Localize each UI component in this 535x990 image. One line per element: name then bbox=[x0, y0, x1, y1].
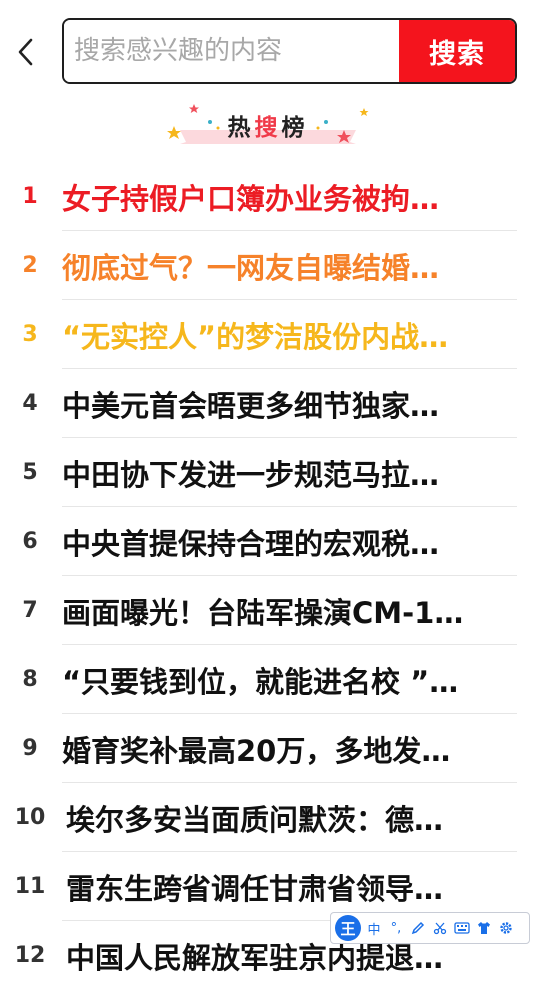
hot-item-title: 中央首提保持合理的宏观税… bbox=[62, 526, 440, 561]
hot-item-title: 婚育奖补最高20万，多地发… bbox=[62, 733, 451, 768]
hot-item[interactable]: 1 女子持假户口簿办业务被拘… bbox=[0, 162, 535, 231]
hot-item-title: 埃尔多安当面质问默茨：德… bbox=[66, 802, 444, 837]
hot-search-title: 热搜榜 bbox=[227, 115, 309, 141]
hot-item-rank: 6 bbox=[22, 529, 38, 554]
hot-item-title: 女子持假户口簿办业务被拘… bbox=[62, 181, 440, 216]
pen-icon[interactable] bbox=[409, 918, 427, 938]
keyboard-icon[interactable] bbox=[453, 918, 471, 938]
hot-item-title: 彻底过气？一网友自曝结婚… bbox=[62, 250, 440, 285]
ime-punct-toggle[interactable]: °, bbox=[387, 918, 405, 938]
hot-item[interactable]: 5 中田协下发进一步规范马拉… bbox=[0, 438, 535, 507]
search-input[interactable] bbox=[64, 20, 399, 82]
hot-item-rank: 11 bbox=[14, 874, 46, 899]
hot-search-header: 热搜榜 bbox=[160, 100, 376, 150]
hot-search-list: 1 女子持假户口簿办业务被拘… 2 彻底过气？一网友自曝结婚… 3 “无实控人”… bbox=[0, 162, 535, 990]
hot-item[interactable]: 8 “只要钱到位，就能进名校 ”… bbox=[0, 645, 535, 714]
ime-logo[interactable]: 王 bbox=[335, 915, 361, 941]
hot-item-rank: 8 bbox=[22, 667, 38, 692]
hot-item-title: 中田协下发进一步规范马拉… bbox=[62, 457, 440, 492]
hot-item[interactable]: 3 “无实控人”的梦洁股份内战… bbox=[0, 300, 535, 369]
hot-item-rank: 2 bbox=[22, 253, 38, 278]
gear-icon[interactable] bbox=[497, 918, 515, 938]
hot-item-rank: 5 bbox=[22, 460, 38, 485]
hot-item-title: 中美元首会晤更多细节独家… bbox=[62, 388, 440, 423]
hot-item-rank: 1 bbox=[22, 184, 38, 209]
hot-item-title: “只要钱到位，就能进名校 ”… bbox=[62, 664, 459, 699]
hot-item-title: 雷东生跨省调任甘肃省领导… bbox=[66, 871, 444, 906]
hot-item[interactable]: 7 画面曝光！台陆军操演CM-1… bbox=[0, 576, 535, 645]
hot-item-rank: 10 bbox=[14, 805, 46, 830]
hot-item-rank: 9 bbox=[22, 736, 38, 761]
hot-item-rank: 7 bbox=[22, 598, 38, 623]
chevron-left-icon bbox=[18, 38, 33, 66]
scissors-icon[interactable] bbox=[431, 918, 449, 938]
search-button[interactable]: 搜索 bbox=[399, 20, 515, 82]
hot-item-title: “无实控人”的梦洁股份内战… bbox=[62, 319, 449, 354]
hot-item-title: 画面曝光！台陆军操演CM-1… bbox=[62, 595, 464, 630]
hot-item[interactable]: 2 彻底过气？一网友自曝结婚… bbox=[0, 231, 535, 300]
hot-item-rank: 4 bbox=[22, 391, 38, 416]
ime-toolbar: 王 中 °, bbox=[330, 912, 530, 944]
hot-item[interactable]: 4 中美元首会晤更多细节独家… bbox=[0, 369, 535, 438]
hot-item-rank: 3 bbox=[22, 322, 38, 347]
back-button[interactable] bbox=[8, 30, 44, 74]
hot-item-rank: 12 bbox=[14, 943, 46, 968]
search-box: 搜索 bbox=[62, 18, 517, 84]
hot-item[interactable]: 6 中央首提保持合理的宏观税… bbox=[0, 507, 535, 576]
hot-item[interactable]: 10 埃尔多安当面质问默茨：德… bbox=[0, 783, 535, 852]
hot-item[interactable]: 11 雷东生跨省调任甘肃省领导… bbox=[0, 852, 535, 921]
ime-mode-toggle[interactable]: 中 bbox=[365, 918, 383, 938]
top-bar: 搜索 bbox=[0, 0, 535, 100]
shirt-icon[interactable] bbox=[475, 918, 493, 938]
hot-item[interactable]: 9 婚育奖补最高20万，多地发… bbox=[0, 714, 535, 783]
